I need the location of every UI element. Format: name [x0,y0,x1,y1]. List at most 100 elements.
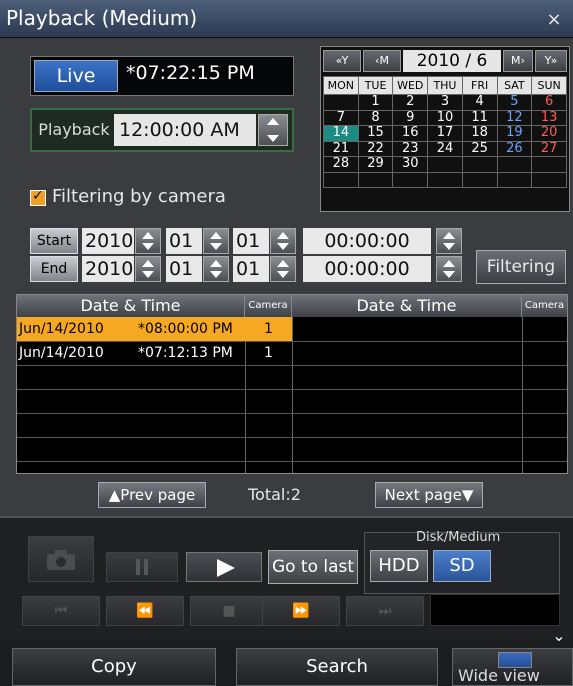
calendar-day [427,171,463,188]
calendar-day [323,171,359,188]
calendar-day[interactable]: 18 [461,125,498,142]
next-month-button[interactable]: M› [503,50,533,72]
calendar-year-month: 2010 / 6 [403,50,501,72]
start-day-stepper[interactable] [270,228,296,254]
next-year-button[interactable]: Y» [535,50,567,72]
end-day-field[interactable]: 01 [233,256,269,282]
start-year-field[interactable]: 2010 [82,228,134,254]
start-time-field[interactable]: 00:00:00 [303,228,431,254]
start-year-stepper[interactable] [135,228,161,254]
go-to-last-button[interactable]: Go to last [268,550,358,584]
rewind-button[interactable]: ⏪ [106,596,184,626]
playback-time-field[interactable]: 12:00:00 AM [114,114,256,146]
skip-back-icon: ⏮ [54,603,68,619]
calendar-day [357,171,394,188]
list-row[interactable]: Jun/14/2010 *07:12:13 PM 1 [17,341,292,365]
prev-month-button[interactable]: ‹M [363,50,401,72]
snapshot-button[interactable] [28,536,94,582]
calendar-day[interactable]: 23 [392,140,429,157]
calendar-day[interactable]: 12 [496,109,533,126]
pause-button[interactable] [106,552,178,582]
start-month-stepper[interactable] [203,228,229,254]
end-time-stepper[interactable] [436,256,462,282]
calendar-day[interactable]: 11 [461,109,498,126]
start-month-field[interactable]: 01 [166,228,202,254]
search-button[interactable]: Search [236,648,438,686]
end-year-field[interactable]: 2010 [82,256,134,282]
weekday-header: MON [323,76,359,95]
calendar-day[interactable]: 22 [357,140,394,157]
calendar-day[interactable]: 17 [427,125,463,142]
calendar-day[interactable]: 30 [392,156,429,173]
live-button[interactable]: Live [34,60,118,92]
live-time: *07:22:15 PM [126,62,255,84]
playback-time-stepper[interactable] [258,114,288,146]
weekday-header: TUE [357,76,394,95]
wide-view-label: Wide view [458,666,540,685]
skip-forward-icon: ⏭ [378,603,392,619]
end-month-stepper[interactable] [203,256,229,282]
skip-back-button[interactable]: ⏮ [22,596,100,626]
calendar-day[interactable]: 6 [531,94,567,111]
calendar-day[interactable]: 1 [357,94,394,111]
row-camera: 1 [264,345,273,361]
end-label: End [30,256,78,282]
pause-icon [136,559,148,575]
calendar-day[interactable]: 19 [496,125,533,142]
play-button[interactable] [186,552,262,582]
calendar-day[interactable]: 3 [427,94,463,111]
calendar-day[interactable]: 5 [496,94,533,111]
chevron-down-icon[interactable]: ⌄ [549,626,569,646]
fast-forward-button[interactable]: ⏩ [262,596,340,626]
calendar-day[interactable]: 13 [531,109,567,126]
calendar-day[interactable]: 14 [323,125,359,142]
list-row[interactable]: Jun/14/2010 *08:00:00 PM 1 [17,317,292,341]
calendar-day[interactable]: 9 [392,109,429,126]
calendar-day[interactable]: 26 [496,140,533,157]
close-icon[interactable]: × [544,10,564,30]
calendar-day[interactable]: 25 [461,140,498,157]
weekday-header: SUN [531,76,567,95]
calendar-day [461,171,498,188]
calendar-day[interactable]: 28 [323,156,359,173]
start-time-stepper[interactable] [436,228,462,254]
calendar-day[interactable]: 10 [427,109,463,126]
prev-page-button[interactable]: ▲Prev page [98,482,206,508]
skip-forward-button[interactable]: ⏭ [346,596,424,626]
prev-page-label: Prev page [120,486,196,504]
row-date: Jun/14/2010 [19,345,104,361]
header-camera-left[interactable]: Camera [245,295,292,317]
hdd-button[interactable]: HDD [370,550,428,582]
calendar-day [427,156,463,173]
row-date: Jun/14/2010 [19,321,104,337]
header-datetime-left[interactable]: Date & Time [17,295,245,317]
stop-button[interactable]: ■ [190,596,268,626]
calendar-day[interactable]: 29 [357,156,394,173]
calendar-day[interactable]: 21 [323,140,359,157]
calendar-day[interactable]: 2 [392,94,429,111]
calendar-day[interactable]: 27 [531,140,567,157]
sd-button[interactable]: SD [433,550,491,582]
calendar-day[interactable]: 20 [531,125,567,142]
end-year-stepper[interactable] [135,256,161,282]
calendar-day[interactable]: 24 [427,140,463,157]
next-page-button[interactable]: Next page▼ [375,482,483,508]
calendar-day[interactable]: 7 [323,109,359,126]
end-day-stepper[interactable] [270,256,296,282]
prev-year-button[interactable]: «Y [323,50,361,72]
calendar-day[interactable]: 15 [357,125,394,142]
calendar-day[interactable]: 8 [357,109,394,126]
stop-icon: ■ [222,603,236,619]
weekday-header: WED [392,76,429,95]
camera-icon [47,550,75,570]
copy-button[interactable]: Copy [12,648,216,686]
calendar-day[interactable]: 16 [392,125,429,142]
header-camera-right[interactable]: Camera [522,295,567,317]
start-day-field[interactable]: 01 [233,228,269,254]
header-datetime-right[interactable]: Date & Time [292,295,522,317]
end-month-field[interactable]: 01 [166,256,202,282]
calendar-day[interactable]: 4 [461,94,498,111]
filtering-button[interactable]: Filtering [476,250,566,284]
filter-by-camera-checkbox[interactable] [30,188,46,206]
end-time-field[interactable]: 00:00:00 [303,256,431,282]
